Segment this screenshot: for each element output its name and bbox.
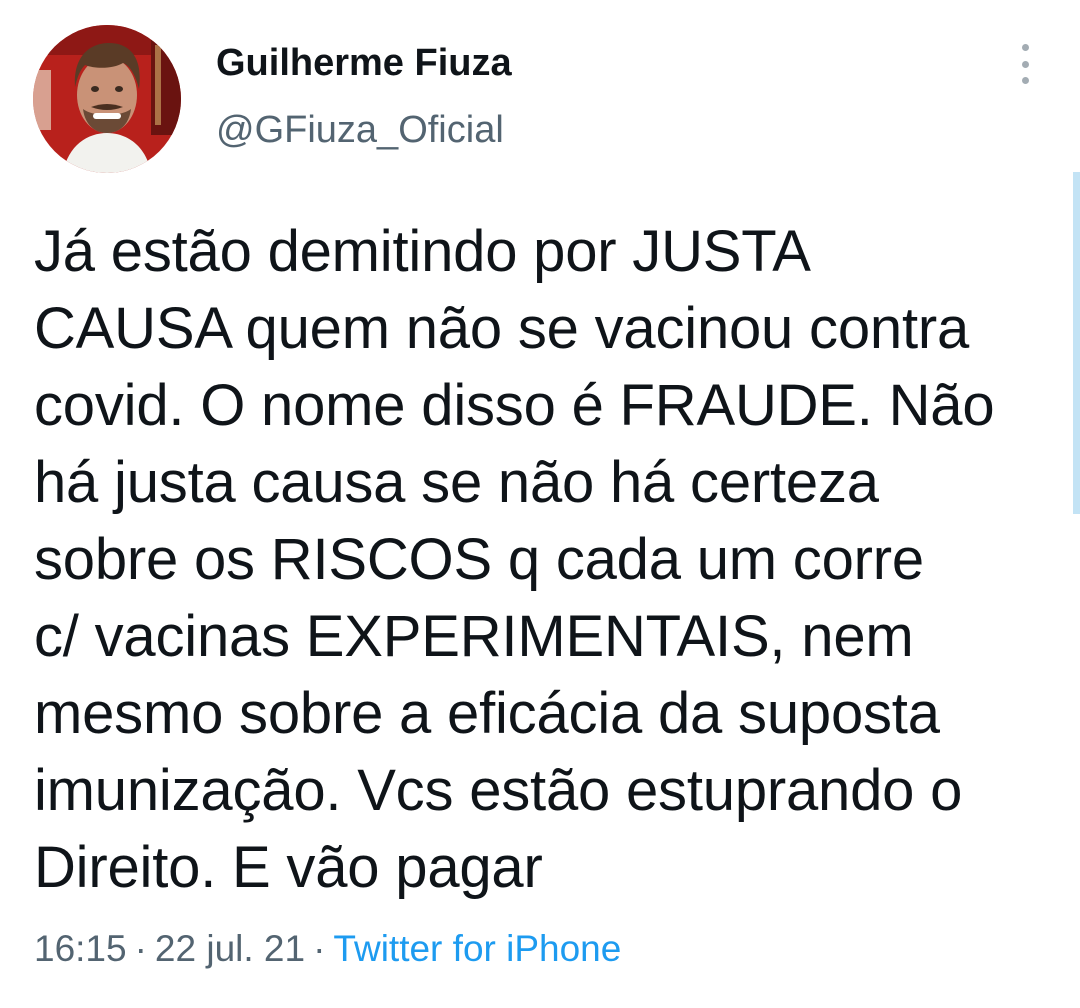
tweet-line: Já estão demitindo por JUSTA bbox=[34, 219, 811, 284]
more-vertical-icon[interactable] bbox=[1008, 44, 1042, 84]
tweet-line: há justa causa se não há certeza bbox=[34, 450, 879, 515]
profile-photo bbox=[33, 25, 181, 173]
avatar[interactable] bbox=[33, 25, 181, 173]
handle[interactable]: @GFiuza_Oficial bbox=[216, 105, 504, 155]
tweet-line: c/ vacinas EXPERIMENTAIS, nem bbox=[34, 604, 914, 669]
tweet-source-link[interactable]: Twitter for iPhone bbox=[333, 928, 621, 969]
more-dot bbox=[1021, 77, 1029, 84]
more-dot bbox=[1021, 60, 1029, 68]
tweet-line: imunização. Vcs estão estuprando o bbox=[34, 758, 963, 823]
tweet-date[interactable]: 22 jul. 21 bbox=[155, 928, 305, 969]
tweet-line: CAUSA quem não se vacinou contra bbox=[34, 296, 970, 361]
tweet-meta: 16:15 · 22 jul. 21 · Twitter for iPhone bbox=[34, 925, 621, 973]
tweet-text: Já estão demitindo por JUSTA CAUSA quem … bbox=[34, 213, 1034, 906]
tweet-line: covid. O nome disso é FRAUDE. Não bbox=[34, 373, 995, 438]
display-name[interactable]: Guilherme Fiuza bbox=[216, 38, 512, 88]
tweet-line: Direito. E vão pagar bbox=[34, 835, 543, 900]
meta-separator: · bbox=[134, 928, 147, 969]
scroll-indicator bbox=[1073, 172, 1080, 514]
meta-separator: · bbox=[313, 928, 326, 969]
tweet-line: mesmo sobre a eficácia da suposta bbox=[34, 681, 940, 746]
tweet-line: sobre os RISCOS q cada um corre bbox=[34, 527, 924, 592]
more-dot bbox=[1021, 44, 1029, 51]
tweet-time[interactable]: 16:15 bbox=[34, 928, 127, 969]
